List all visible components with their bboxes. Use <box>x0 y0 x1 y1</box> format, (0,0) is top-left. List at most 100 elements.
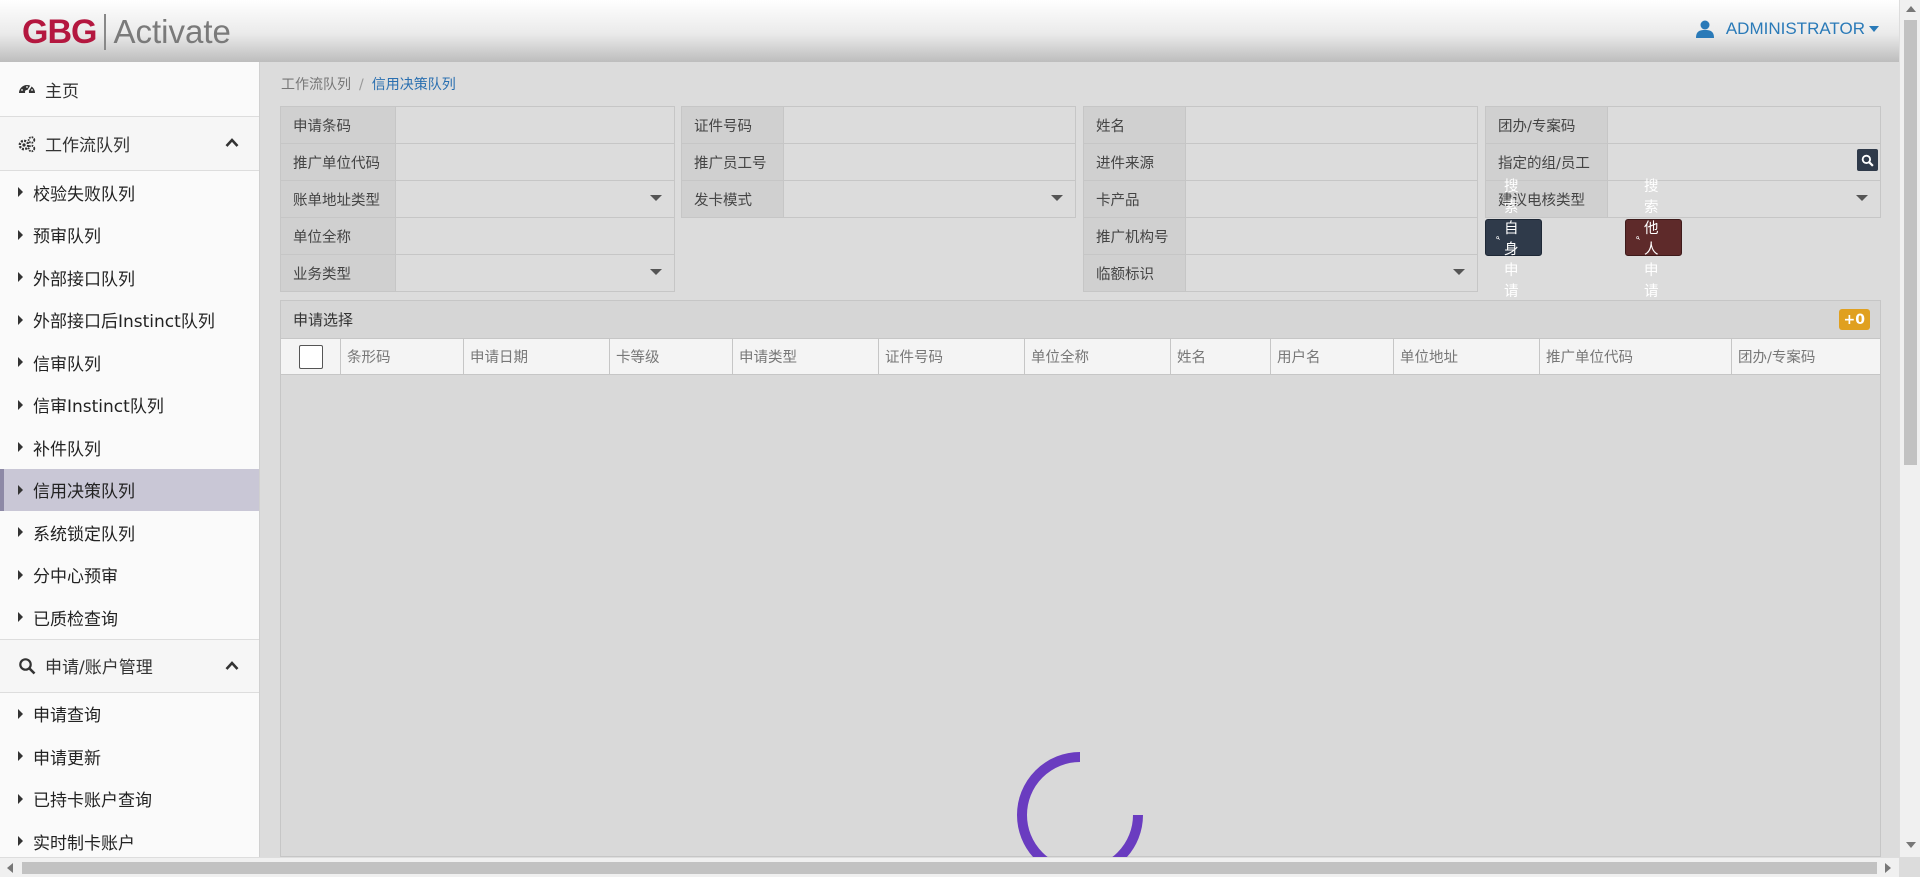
business-type-select[interactable] <box>396 255 674 291</box>
chevron-up-icon[interactable] <box>225 136 239 150</box>
billing-address-type-select[interactable] <box>396 181 674 217</box>
sidebar-item-label: 补件队列 <box>33 439 101 460</box>
field-label: 临额标识 <box>1084 255 1186 291</box>
sidebar-item-credit-decision[interactable]: 信用决策队列 <box>0 468 259 511</box>
sidebar: 主页 工作流队列 校验失败队列 预审队列 外部接口队列 外部接口后Instinc… <box>0 62 260 857</box>
temp-limit-flag-select[interactable] <box>1186 255 1477 291</box>
column-header-username[interactable]: 用户名 <box>1271 339 1394 374</box>
caret-right-icon <box>18 357 23 368</box>
sidebar-item-validation-failed[interactable]: 校验失败队列 <box>0 171 259 214</box>
breadcrumb: 工作流队列 / 信用决策队列 <box>281 74 456 94</box>
promo-org-number-input[interactable] <box>1186 218 1477 254</box>
sidebar-group-workflow[interactable]: 工作流队列 <box>0 117 259 171</box>
group-project-code-input[interactable] <box>1608 107 1880 143</box>
id-number-input[interactable] <box>784 107 1075 143</box>
main-content: 工作流队列 / 信用决策队列 申请条码 推广单位代码 账单地址类型 单位全称 业务类… <box>261 62 1899 857</box>
column-header-company-name[interactable]: 单位全称 <box>1025 339 1171 374</box>
account-menu-list: 申请查询 申请更新 已持卡账户查询 实时制卡账户 <box>0 693 259 858</box>
field-billing-address-type: 账单地址类型 <box>280 180 675 218</box>
field-promo-org-number: 推广机构号 <box>1083 217 1478 255</box>
count-badge[interactable]: +0 <box>1838 309 1870 330</box>
lookup-search-button[interactable] <box>1857 149 1878 171</box>
caret-right-icon <box>18 187 23 198</box>
field-promoter-id: 推广员工号 <box>681 143 1076 181</box>
application-barcode-input[interactable] <box>396 107 674 143</box>
sidebar-item-external-instinct[interactable]: 外部接口后Instinct队列 <box>0 299 259 342</box>
dropdown-arrow-icon <box>650 195 662 201</box>
breadcrumb-parent[interactable]: 工作流队列 <box>281 77 351 93</box>
sidebar-item-label: 已持卡账户查询 <box>33 791 152 812</box>
scroll-up-icon[interactable] <box>1906 6 1916 12</box>
column-header-group-project-code[interactable]: 团办/专案码 <box>1732 339 1880 374</box>
search-others-applications-button[interactable]: 搜索他人申请 <box>1625 179 1682 300</box>
field-card-issue-mode: 发卡模式 <box>681 180 1076 218</box>
sidebar-group-account[interactable]: 申请/账户管理 <box>0 638 259 693</box>
sidebar-item-label: 实时制卡账户 <box>33 833 135 854</box>
vertical-scrollbar[interactable] <box>1899 0 1920 857</box>
chevron-up-icon[interactable] <box>225 659 239 673</box>
loading-spinner-icon <box>1017 752 1143 857</box>
panel-header: 申请选择 +0 <box>281 301 1880 339</box>
select-all-checkbox[interactable] <box>298 344 323 369</box>
scroll-left-icon[interactable] <box>7 863 13 873</box>
company-name-input[interactable] <box>396 218 674 254</box>
column-header-name[interactable]: 姓名 <box>1171 339 1271 374</box>
column-header-apply-type[interactable]: 申请类型 <box>733 339 879 374</box>
promo-unit-code-input[interactable] <box>396 144 674 180</box>
app-header: GBG Activate ADMINISTRATOR <box>0 0 1899 62</box>
sidebar-item-qc-query[interactable]: 已质检查询 <box>0 596 259 639</box>
caret-right-icon <box>18 484 23 495</box>
dashboard-icon <box>19 85 35 94</box>
card-issue-mode-select[interactable] <box>784 181 1075 217</box>
column-header-barcode[interactable]: 条形码 <box>341 339 464 374</box>
sidebar-item-system-locked[interactable]: 系统锁定队列 <box>0 511 259 554</box>
column-header-card-level[interactable]: 卡等级 <box>610 339 733 374</box>
horizontal-scroll-thumb[interactable] <box>22 862 1877 874</box>
gears-icon <box>18 135 36 152</box>
search-icon <box>19 657 36 674</box>
sidebar-item-home[interactable]: 主页 <box>0 62 259 117</box>
sidebar-item-label: 分中心预审 <box>33 567 118 588</box>
gbg-activate-logo[interactable]: GBG Activate <box>22 12 231 52</box>
field-intake-source: 进件来源 <box>1083 143 1478 181</box>
field-label: 业务类型 <box>281 255 396 291</box>
scroll-down-icon[interactable] <box>1906 842 1916 848</box>
sidebar-item-cardholder-query[interactable]: 已持卡账户查询 <box>0 778 259 821</box>
sidebar-item-credit-review-instinct[interactable]: 信审Instinct队列 <box>0 384 259 427</box>
button-label: 搜索自身申请 <box>1503 178 1519 300</box>
caret-right-icon <box>18 527 23 538</box>
search-icon <box>1496 235 1500 240</box>
sidebar-item-pre-review[interactable]: 预审队列 <box>0 214 259 257</box>
field-temp-limit-flag: 临额标识 <box>1083 254 1478 292</box>
caret-right-icon <box>18 708 23 719</box>
sidebar-item-external-interface[interactable]: 外部接口队列 <box>0 256 259 299</box>
promoter-id-input[interactable] <box>784 144 1075 180</box>
field-promo-unit-code: 推广单位代码 <box>280 143 675 181</box>
sidebar-group-account-label: 申请/账户管理 <box>45 658 153 678</box>
name-input[interactable] <box>1186 107 1477 143</box>
caret-right-icon <box>18 272 23 283</box>
column-header-company-address[interactable]: 单位地址 <box>1394 339 1540 374</box>
user-menu[interactable]: ADMINISTRATOR <box>1695 19 1879 39</box>
sidebar-item-credit-review[interactable]: 信审队列 <box>0 341 259 384</box>
sidebar-item-application-query[interactable]: 申请查询 <box>0 693 259 736</box>
intake-source-input[interactable] <box>1186 144 1477 180</box>
user-icon <box>1695 20 1714 38</box>
column-header-id-number[interactable]: 证件号码 <box>879 339 1025 374</box>
sidebar-item-supplement[interactable]: 补件队列 <box>0 426 259 469</box>
sidebar-item-branch-pre-review[interactable]: 分中心预审 <box>0 554 259 597</box>
scroll-right-icon[interactable] <box>1885 863 1891 873</box>
horizontal-scrollbar[interactable] <box>0 857 1899 877</box>
table-header: 条形码 申请日期 卡等级 申请类型 证件号码 单位全称 姓名 用户名 单位地址 … <box>281 339 1880 375</box>
card-product-input[interactable] <box>1186 181 1477 217</box>
field-application-barcode: 申请条码 <box>280 106 675 144</box>
field-label: 团办/专案码 <box>1486 107 1608 143</box>
sidebar-item-realtime-card[interactable]: 实时制卡账户 <box>0 820 259 857</box>
dropdown-arrow-icon <box>1453 269 1465 275</box>
field-card-product: 卡产品 <box>1083 180 1478 218</box>
column-header-promo-unit-code[interactable]: 推广单位代码 <box>1540 339 1732 374</box>
sidebar-item-application-update[interactable]: 申请更新 <box>0 735 259 778</box>
search-own-applications-button[interactable]: 搜索自身申请 <box>1485 179 1542 300</box>
column-header-apply-date[interactable]: 申请日期 <box>464 339 610 374</box>
vertical-scroll-thumb[interactable] <box>1904 20 1917 465</box>
